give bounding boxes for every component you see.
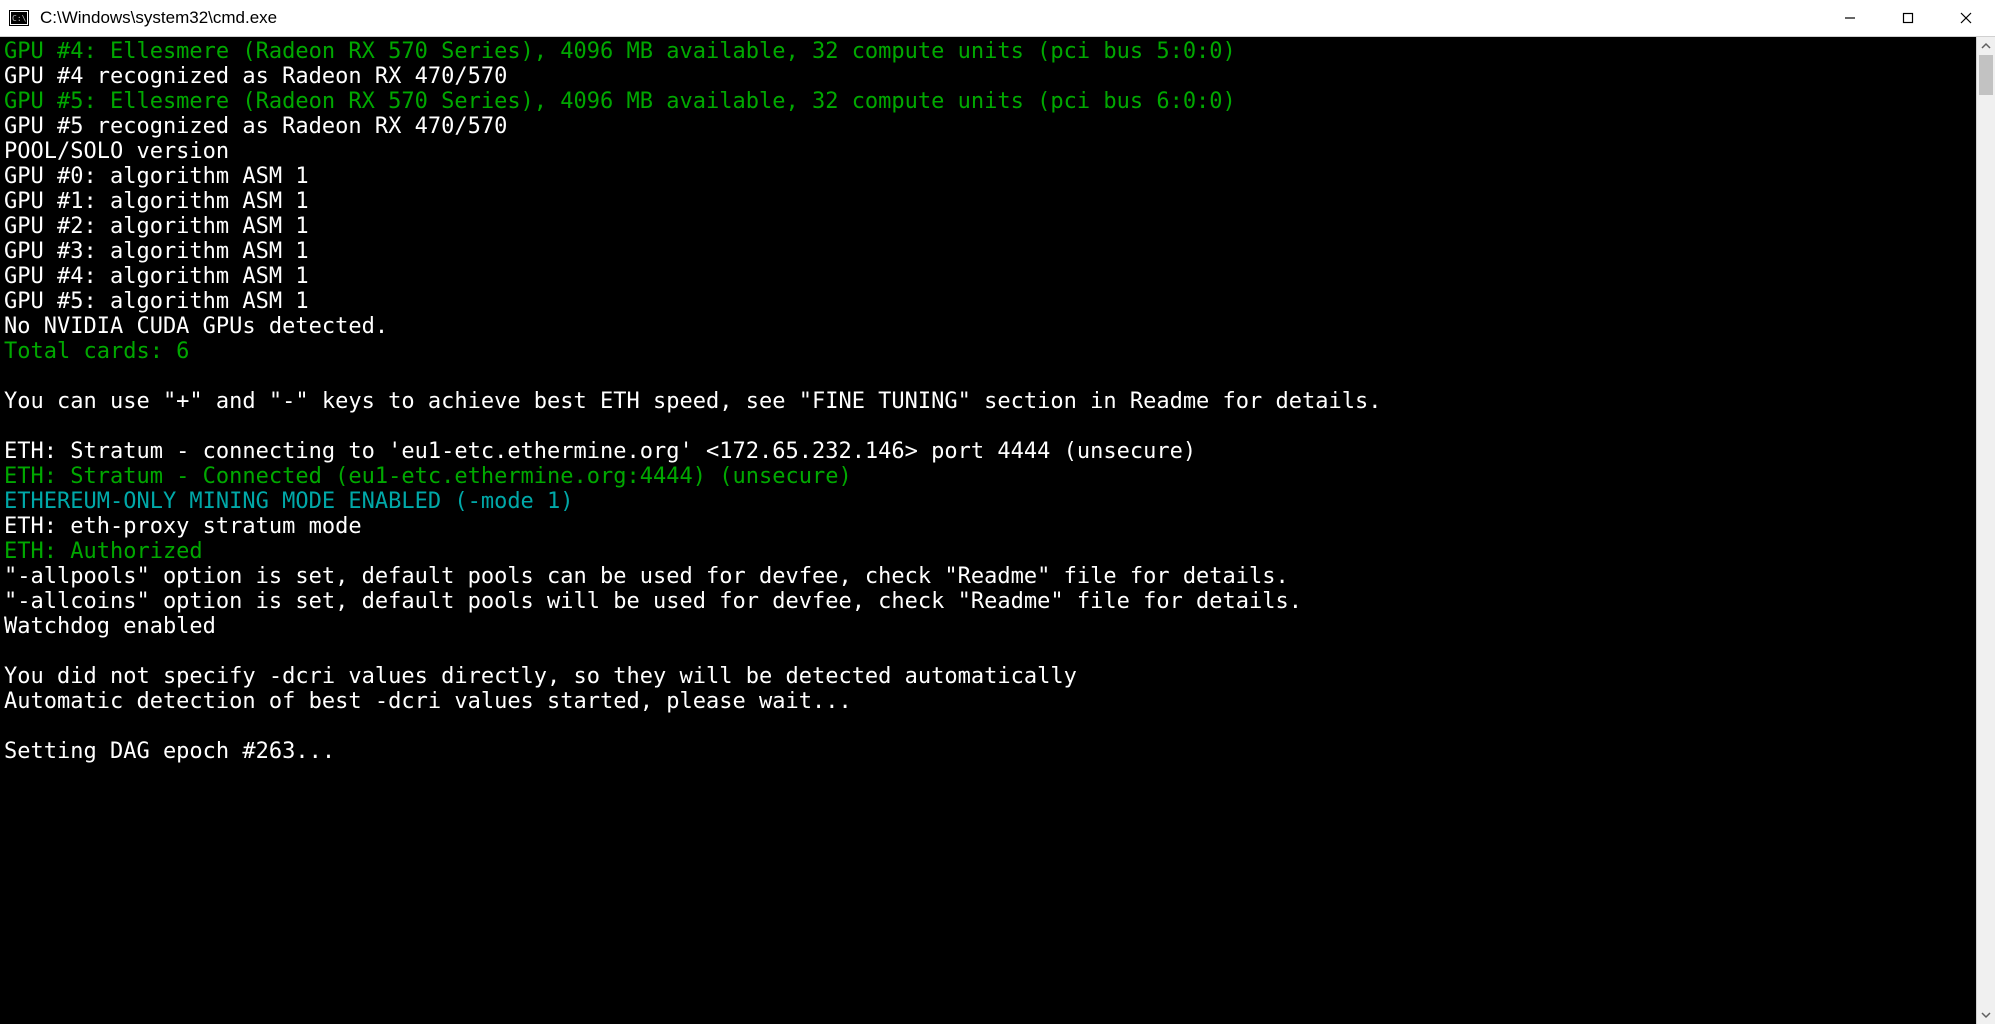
terminal-line [4, 714, 1972, 739]
terminal-line: ETH: Authorized [4, 539, 1972, 564]
terminal-line: GPU #4 recognized as Radeon RX 470/570 [4, 64, 1972, 89]
terminal-line: ETHEREUM-ONLY MINING MODE ENABLED (-mode… [4, 489, 1972, 514]
window-controls [1821, 0, 1995, 36]
terminal-line: ETH: eth-proxy stratum mode [4, 514, 1972, 539]
scroll-down-button[interactable] [1977, 1006, 1995, 1024]
terminal-line: POOL/SOLO version [4, 139, 1972, 164]
cmd-window: C:\ C:\Windows\system32\cmd.exe GPU #4: … [0, 0, 1995, 1024]
terminal-line: GPU #4: algorithm ASM 1 [4, 264, 1972, 289]
terminal-line [4, 639, 1972, 664]
terminal-line: Setting DAG epoch #263... [4, 739, 1972, 764]
chevron-down-icon [1981, 1010, 1991, 1020]
terminal-line: Automatic detection of best -dcri values… [4, 689, 1972, 714]
terminal-line: GPU #4: Ellesmere (Radeon RX 570 Series)… [4, 39, 1972, 64]
scroll-up-button[interactable] [1977, 37, 1995, 55]
terminal-line: You did not specify -dcri values directl… [4, 664, 1972, 689]
close-button[interactable] [1937, 0, 1995, 36]
terminal-output[interactable]: GPU #4: Ellesmere (Radeon RX 570 Series)… [0, 37, 1976, 1024]
terminal-line: Total cards: 6 [4, 339, 1972, 364]
minimize-icon [1844, 12, 1856, 24]
terminal-line: "-allpools" option is set, default pools… [4, 564, 1972, 589]
terminal-line: ETH: Stratum - Connected (eu1-etc.etherm… [4, 464, 1972, 489]
client-area: GPU #4: Ellesmere (Radeon RX 570 Series)… [0, 37, 1995, 1024]
terminal-line: You can use "+" and "-" keys to achieve … [4, 389, 1972, 414]
terminal-line: ETH: Stratum - connecting to 'eu1-etc.et… [4, 439, 1972, 464]
terminal-line: GPU #5 recognized as Radeon RX 470/570 [4, 114, 1972, 139]
maximize-icon [1902, 12, 1914, 24]
terminal-line: Watchdog enabled [4, 614, 1972, 639]
terminal-line: "-allcoins" option is set, default pools… [4, 589, 1972, 614]
window-title: C:\Windows\system32\cmd.exe [40, 8, 277, 28]
cmd-icon: C:\ [8, 9, 30, 27]
terminal-line: GPU #5: algorithm ASM 1 [4, 289, 1972, 314]
minimize-button[interactable] [1821, 0, 1879, 36]
chevron-up-icon [1981, 41, 1991, 51]
terminal-line: No NVIDIA CUDA GPUs detected. [4, 314, 1972, 339]
terminal-line [4, 364, 1972, 389]
terminal-line: GPU #5: Ellesmere (Radeon RX 570 Series)… [4, 89, 1972, 114]
terminal-line: GPU #1: algorithm ASM 1 [4, 189, 1972, 214]
terminal-line: GPU #2: algorithm ASM 1 [4, 214, 1972, 239]
terminal-line [4, 414, 1972, 439]
terminal-line: GPU #0: algorithm ASM 1 [4, 164, 1972, 189]
scrollbar-thumb[interactable] [1979, 55, 1993, 95]
vertical-scrollbar[interactable] [1976, 37, 1995, 1024]
svg-text:C:\: C:\ [12, 14, 27, 23]
titlebar[interactable]: C:\ C:\Windows\system32\cmd.exe [0, 0, 1995, 37]
terminal-line: GPU #3: algorithm ASM 1 [4, 239, 1972, 264]
close-icon [1960, 12, 1972, 24]
maximize-button[interactable] [1879, 0, 1937, 36]
scrollbar-track[interactable] [1977, 55, 1995, 1006]
